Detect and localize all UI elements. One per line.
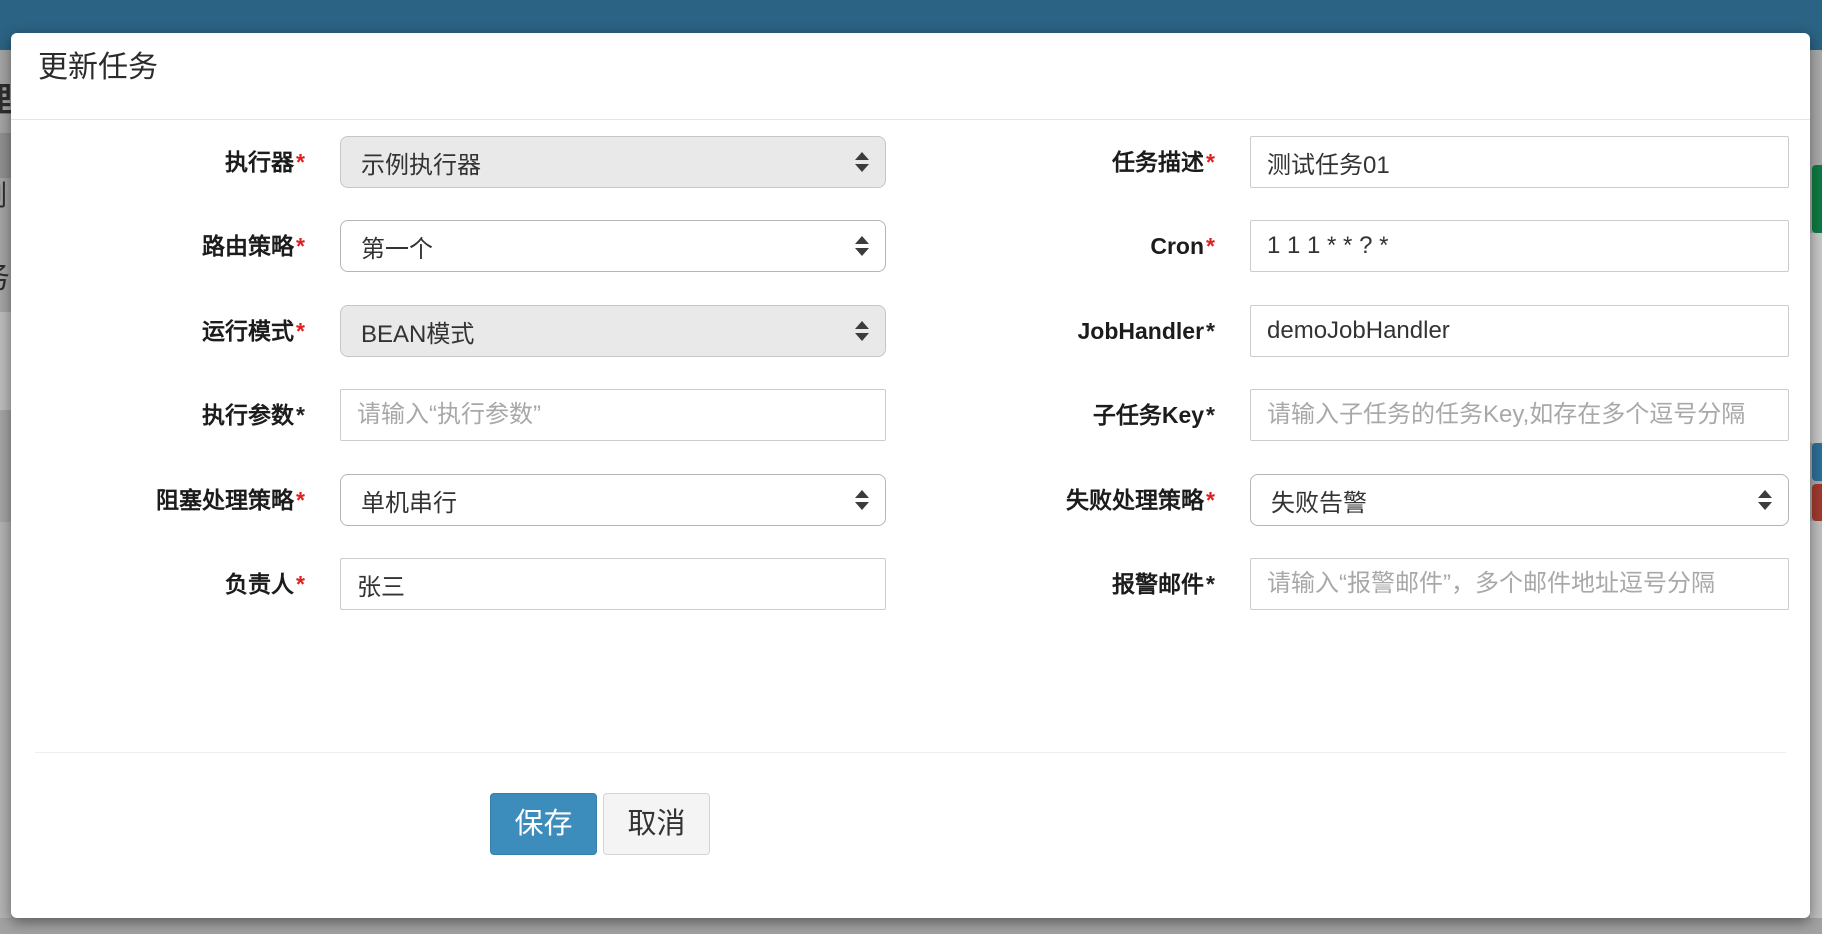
clipped-page-text: 例 <box>0 182 11 210</box>
job-handler-field <box>1250 305 1789 357</box>
backdrop-band <box>0 133 11 178</box>
executor-param-label: 执行参数* <box>51 389 305 441</box>
executor-label: 执行器* <box>51 136 305 188</box>
cancel-button[interactable]: 取消 <box>603 793 710 855</box>
job-desc-field <box>1250 136 1789 188</box>
executor-select-value: 示例执行器 <box>361 145 481 180</box>
required-mark: * <box>1206 233 1215 259</box>
alarm-email-label: 报警邮件* <box>871 558 1215 610</box>
backdrop-right-strip <box>1810 50 1822 918</box>
author-field <box>340 558 886 610</box>
backdrop-left-strip: 理 例 务 1 <box>0 50 11 918</box>
executor-select: 示例执行器 <box>340 136 886 188</box>
clipped-page-text: 理 <box>0 83 11 116</box>
job-handler-label: JobHandler* <box>871 305 1215 357</box>
required-mark: * <box>1206 318 1215 344</box>
select-updown-icon <box>855 236 869 256</box>
screen: 理 例 务 1 更新任务 执行器* 示例执行器 任务描述* 路 <box>0 0 1822 934</box>
select-updown-icon <box>1758 490 1772 510</box>
update-job-modal: 更新任务 执行器* 示例执行器 任务描述* 路由策略* 第一个 Cron* <box>11 33 1810 918</box>
required-mark: * <box>296 571 305 597</box>
child-jobkey-label: 子任务Key* <box>871 389 1215 441</box>
block-strategy-select-value: 单机串行 <box>361 483 457 518</box>
backdrop-band <box>0 312 11 410</box>
job-handler-input[interactable] <box>1250 305 1789 357</box>
required-mark: * <box>1206 402 1215 428</box>
backdrop-band <box>1810 233 1822 443</box>
backdrop-band <box>1810 521 1822 918</box>
clipped-page-text: 1 <box>0 524 11 548</box>
fail-strategy-label: 失败处理策略* <box>871 474 1215 526</box>
job-desc-input[interactable] <box>1250 136 1789 188</box>
cron-input[interactable] <box>1250 220 1789 272</box>
glue-type-select: BEAN模式 <box>340 305 886 357</box>
cron-field <box>1250 220 1789 272</box>
block-strategy-label: 阻塞处理策略* <box>51 474 305 526</box>
executor-param-field <box>340 389 886 441</box>
required-mark: * <box>296 318 305 344</box>
required-mark: * <box>1206 149 1215 175</box>
select-updown-icon <box>855 152 869 172</box>
required-mark: * <box>296 402 305 428</box>
alarm-email-field <box>1250 558 1789 610</box>
backdrop-band <box>0 522 11 918</box>
author-label: 负责人* <box>51 558 305 610</box>
backdrop-bottom-strip <box>0 918 1822 934</box>
green-button-sliver <box>1812 165 1822 233</box>
child-jobkey-field <box>1250 389 1789 441</box>
modal-header: 更新任务 <box>11 33 1810 120</box>
select-updown-icon <box>855 490 869 510</box>
required-mark: * <box>296 233 305 259</box>
clipped-page-text: 务 <box>0 262 11 293</box>
red-button-sliver <box>1812 484 1822 521</box>
job-desc-label: 任务描述* <box>871 136 1215 188</box>
fail-strategy-select-value: 失败告警 <box>1271 483 1367 518</box>
required-mark: * <box>296 149 305 175</box>
required-mark: * <box>1206 571 1215 597</box>
fail-strategy-select[interactable]: 失败告警 <box>1250 474 1789 526</box>
route-strategy-label: 路由策略* <box>51 220 305 272</box>
author-input[interactable] <box>340 558 886 610</box>
modal-title: 更新任务 <box>38 47 158 89</box>
route-strategy-select-value: 第一个 <box>361 229 433 264</box>
footer-divider <box>35 752 1786 753</box>
glue-type-select-value: BEAN模式 <box>361 314 474 349</box>
cron-label: Cron* <box>871 220 1215 272</box>
child-jobkey-input[interactable] <box>1250 389 1789 441</box>
glue-type-label: 运行模式* <box>51 305 305 357</box>
block-strategy-select[interactable]: 单机串行 <box>340 474 886 526</box>
alarm-email-input[interactable] <box>1250 558 1789 610</box>
required-mark: * <box>1206 487 1215 513</box>
required-mark: * <box>296 487 305 513</box>
route-strategy-select[interactable]: 第一个 <box>340 220 886 272</box>
save-button[interactable]: 保存 <box>490 793 597 855</box>
select-updown-icon <box>855 321 869 341</box>
blue-button-sliver <box>1812 443 1822 481</box>
executor-param-input[interactable] <box>340 389 886 441</box>
